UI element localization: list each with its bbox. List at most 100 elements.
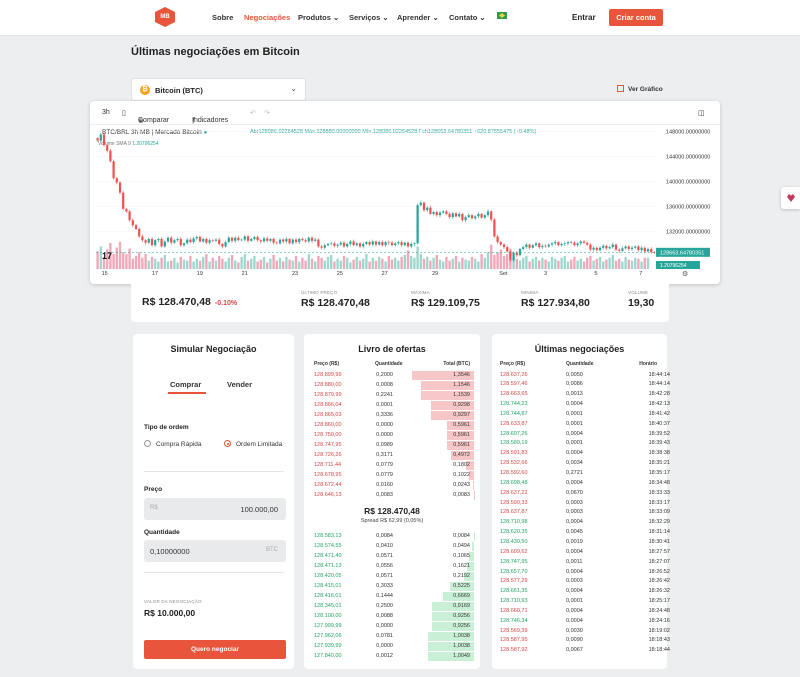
volume-bar <box>147 260 150 269</box>
bid-row[interactable]: 128.345,01 0,2500 0,9169 <box>304 601 480 611</box>
row-total: 0,0083 <box>453 491 470 498</box>
ask-row[interactable]: 128.678,95 0,0779 0,1022 <box>304 470 480 480</box>
row-total: 0,5961 <box>453 441 470 448</box>
candle-body <box>426 207 429 211</box>
candle-body <box>275 242 278 244</box>
volume-bar <box>544 259 547 269</box>
price-input[interactable]: R$ 100.000,00 <box>144 498 286 520</box>
volume-bar <box>534 256 538 269</box>
ask-row[interactable]: 128.711,44 0,0779 0,1802 <box>304 460 480 470</box>
ask-row[interactable]: 128.860,00 0,0000 0,5961 <box>304 420 480 430</box>
candle-body <box>522 247 525 249</box>
bid-row[interactable]: 128.574,55 0,0410 0,0494 <box>304 541 480 551</box>
row-time: 18:44:14 <box>648 381 670 388</box>
depth-bar <box>471 541 474 551</box>
candle-body <box>323 245 326 248</box>
tab-buy[interactable]: Comprar <box>170 380 201 389</box>
row-quantity: 0,1444 <box>376 592 393 599</box>
trade-row: 128.710,98 0,0004 18:32:29 <box>492 518 680 528</box>
brazil-flag-icon[interactable] <box>497 12 507 19</box>
candle-body <box>458 213 461 217</box>
candle-body <box>467 215 470 218</box>
trade-submit-button[interactable]: Quero negociar <box>144 640 286 659</box>
bid-row[interactable]: 127.962,06 0,0781 1,0038 <box>304 631 480 641</box>
ask-row[interactable]: 128.726,26 0,3171 0,4972 <box>304 450 480 460</box>
row-price: 128.710,93 <box>500 598 528 605</box>
row-quantity: 0,3336 <box>376 411 393 418</box>
row-price: 128.532,66 <box>500 460 528 467</box>
candle-body <box>346 243 349 247</box>
tab-sell[interactable]: Vender <box>227 380 252 389</box>
login-link[interactable]: Entrar <box>572 13 596 22</box>
row-total: 0,1065 <box>453 552 470 559</box>
bid-row[interactable]: 128.471,40 0,0571 0,1065 <box>304 551 480 561</box>
nav-aprender[interactable]: Aprender ⌄ <box>397 13 439 22</box>
nav-contato[interactable]: Contato ⌄ <box>449 13 486 22</box>
price-chart-widget[interactable]: 3h ▯ ⊕ Comparar ƒ Indicadores ↶ ↷ ◫ BTC/… <box>90 101 720 284</box>
bid-row[interactable]: 127.939,99 0,0000 1,0038 <box>304 641 480 651</box>
row-price: 128.661,35 <box>500 588 528 595</box>
volume-bar <box>208 261 211 269</box>
trade-row: 128.746,34 0,0004 18:24:16 <box>492 616 680 626</box>
ask-row[interactable]: 128.899,99 0,2000 1,3546 <box>304 370 480 380</box>
volume-bar <box>451 258 454 269</box>
radio-limit-order[interactable]: Ordem Limitada <box>224 440 282 448</box>
ask-row[interactable]: 128.866,04 0,0001 0,9298 <box>304 400 480 410</box>
radio-fast-buy[interactable]: Compra Rápida <box>144 440 202 448</box>
candle-body <box>224 242 227 247</box>
row-total: 1,0038 <box>453 642 470 649</box>
candle-body <box>243 236 246 240</box>
bid-row[interactable]: 128.471,13 0,0556 0,1621 <box>304 561 480 571</box>
row-quantity: 0,0004 <box>566 568 583 575</box>
volume-bar <box>406 250 410 269</box>
volume-bar <box>397 260 400 269</box>
volume-bar <box>566 261 570 269</box>
row-time: 18:42:28 <box>648 391 670 398</box>
bid-row[interactable]: 128.420,05 0,0571 0,2192 <box>304 571 480 581</box>
nav-sobre[interactable]: Sobre <box>212 13 233 22</box>
volume-bar <box>96 251 99 269</box>
ask-row[interactable]: 128.747,95 0,0989 0,5961 <box>304 440 480 450</box>
nav-negociacoes[interactable]: Negociações <box>244 13 290 22</box>
bitcoin-icon: ₿ <box>140 85 150 95</box>
view-chart-toggle[interactable]: Ver Gráfico <box>617 85 663 93</box>
ask-row[interactable]: 128.879,99 0,2241 1,1539 <box>304 390 480 400</box>
bid-row[interactable]: 128.416,01 0,1444 0,6669 <box>304 591 480 601</box>
volume-bar <box>266 262 269 269</box>
mb-logo[interactable]: MB <box>155 7 175 27</box>
volume-bar <box>378 256 381 269</box>
mid-price: R$ 128.470,48 <box>364 506 420 516</box>
feedback-tab[interactable] <box>781 187 800 209</box>
order-book-title: Livro de ofertas <box>358 344 426 354</box>
coin-selector[interactable]: ₿ Bitcoin (BTC) ⌄ <box>131 78 306 101</box>
bid-row[interactable]: 127.999,99 0,0000 0,9256 <box>304 621 480 631</box>
row-quantity: 0,0670 <box>566 489 583 496</box>
volume-bar <box>131 258 134 269</box>
ask-row[interactable]: 128.646,13 0,0083 0,0083 <box>304 490 480 500</box>
ask-row[interactable]: 128.865,03 0,3336 0,9297 <box>304 410 480 420</box>
bid-row[interactable]: 128.583,13 0,0084 0,0084 <box>304 531 480 541</box>
row-price: 128.583,13 <box>314 532 342 539</box>
ask-row[interactable]: 128.750,00 0,0000 0,5961 <box>304 430 480 440</box>
row-total: 1,0049 <box>453 652 470 659</box>
candle-body <box>611 244 614 248</box>
ask-row[interactable]: 128.672,44 0,0160 0,0243 <box>304 480 480 490</box>
candle-body <box>646 248 650 252</box>
volume-bar <box>342 255 346 269</box>
row-price: 128.577,29 <box>500 578 528 585</box>
candle-body <box>342 242 346 247</box>
volume-bar <box>605 259 608 269</box>
candle-body <box>602 245 605 248</box>
bid-row[interactable]: 128.415,01 0,3033 0,5225 <box>304 581 480 591</box>
bid-row[interactable]: 128.100,00 0,0088 0,9256 <box>304 611 480 621</box>
nav-servicos[interactable]: Serviços ⌄ <box>349 13 389 22</box>
row-time: 18:39:43 <box>648 440 670 447</box>
ask-row[interactable]: 128.880,00 0,0008 1,1546 <box>304 380 480 390</box>
row-price: 128.587,92 <box>500 647 528 654</box>
row-total: 0,0494 <box>453 542 470 549</box>
bid-row[interactable]: 127.840,00 0,0012 1,0049 <box>304 651 480 661</box>
quantity-input[interactable]: 0,10000000 BTC <box>144 540 286 562</box>
signup-button[interactable]: Criar conta <box>609 9 663 26</box>
nav-produtos[interactable]: Produtos ⌄ <box>298 13 339 22</box>
candlestick-chart[interactable]: 148000.00000000 144000.00000000 140000.000… <box>90 101 720 284</box>
